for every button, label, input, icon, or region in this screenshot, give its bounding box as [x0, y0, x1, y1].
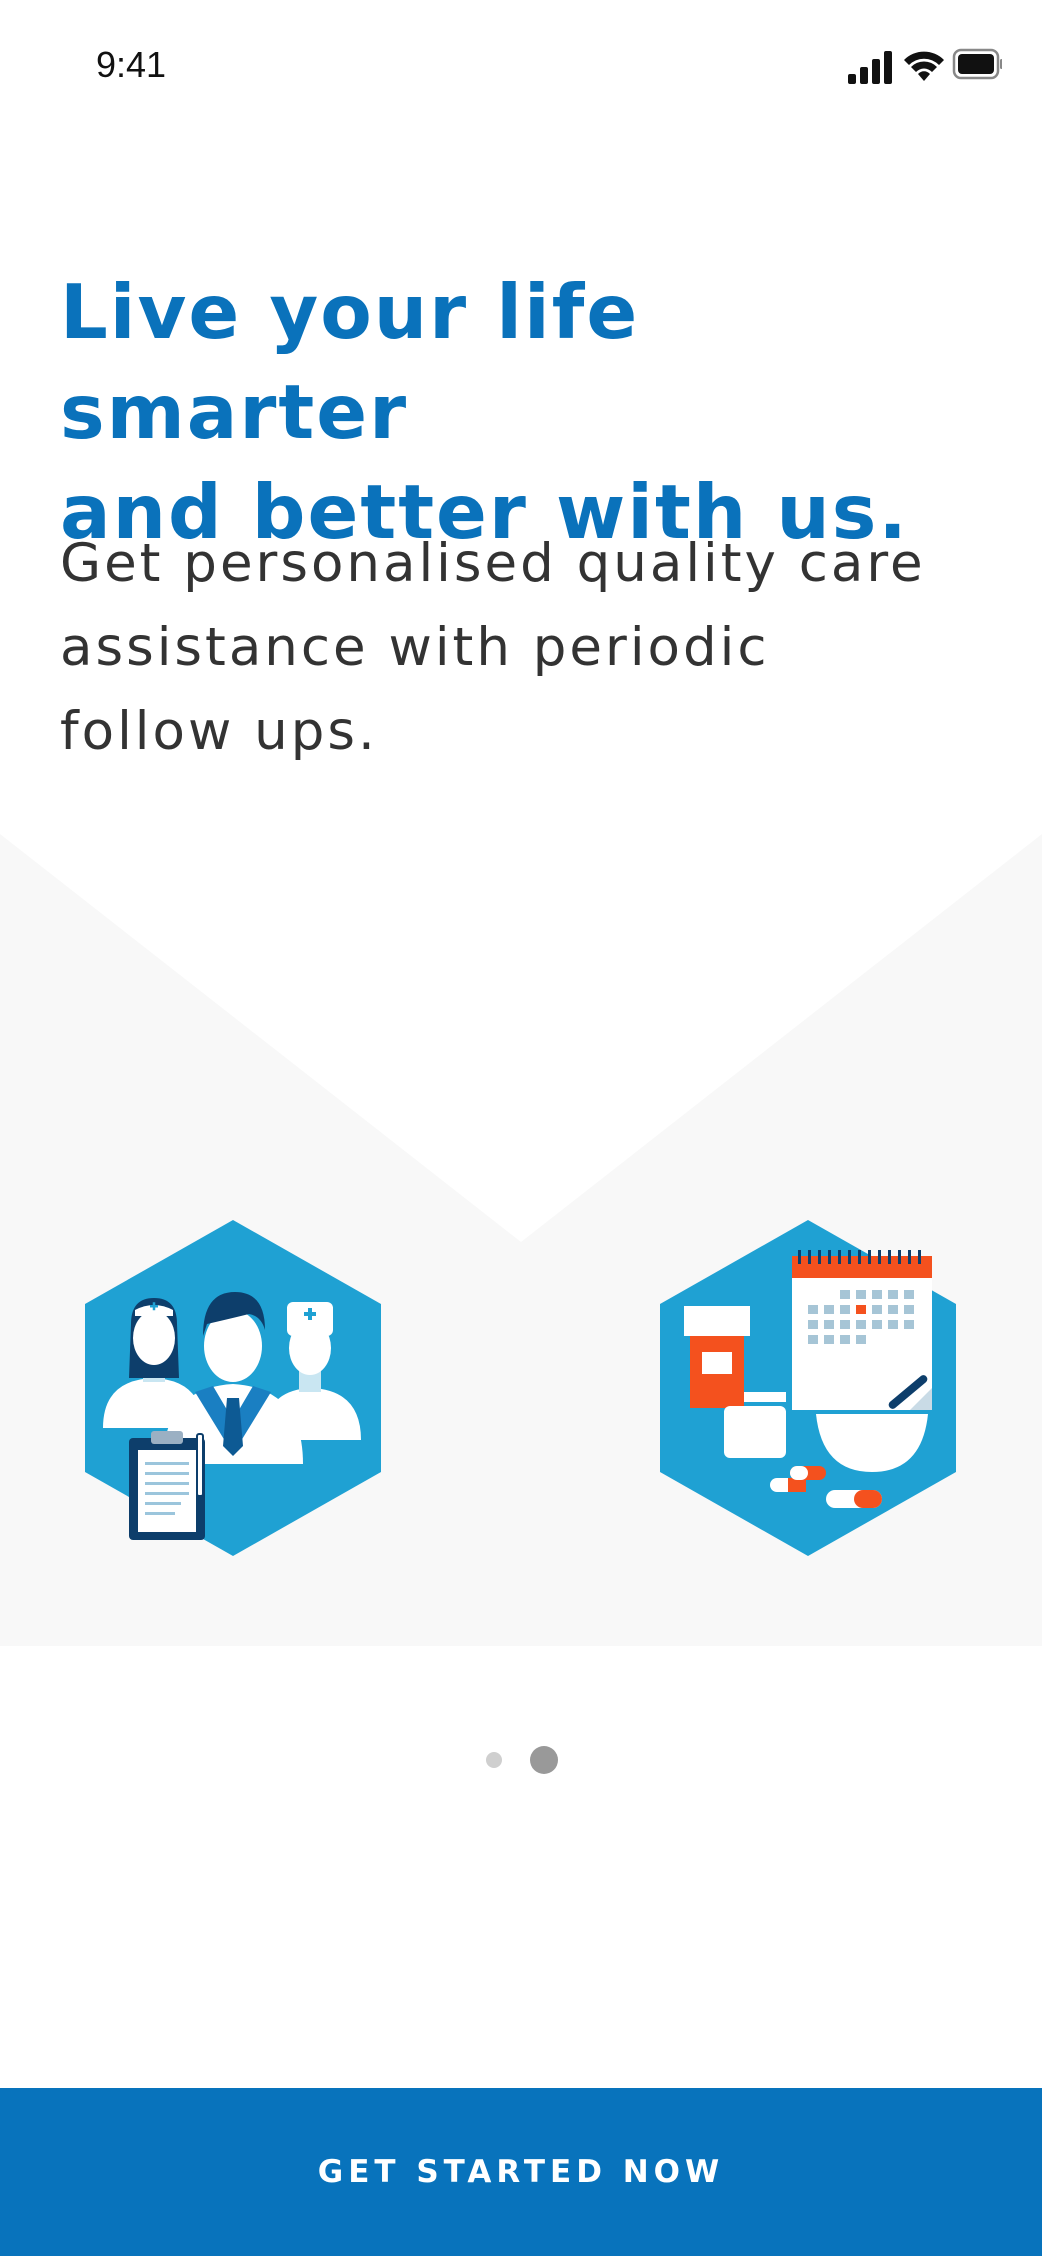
subtitle: Get personalised quality care assistance… [60, 522, 1000, 774]
battery-icon [952, 48, 1002, 80]
headline: Live your life smarter and better with u… [60, 262, 1000, 562]
page-dot-2-active[interactable] [530, 1746, 558, 1774]
signal-icon [848, 51, 892, 84]
subtitle-line-1: Get personalised quality care [60, 533, 926, 594]
get-started-button[interactable]: GET STARTED NOW [0, 2088, 1042, 2256]
page-dot-1[interactable] [486, 1752, 502, 1768]
illustration-carousel[interactable] [0, 834, 1042, 1646]
page-indicator[interactable] [0, 1740, 1042, 1780]
status-time: 9:41 [96, 44, 167, 85]
status-bar: 9:41 [0, 0, 1042, 130]
get-started-label: GET STARTED NOW [317, 2154, 725, 2190]
subtitle-line-2: assistance with periodic [60, 617, 770, 678]
care-team-illustration [85, 1220, 381, 1556]
wifi-icon [904, 51, 944, 81]
medication-schedule-illustration [660, 1220, 956, 1556]
subtitle-line-3: follow ups. [60, 701, 378, 762]
headline-line-1: Live your life smarter [60, 268, 640, 456]
status-icons [848, 48, 1002, 84]
